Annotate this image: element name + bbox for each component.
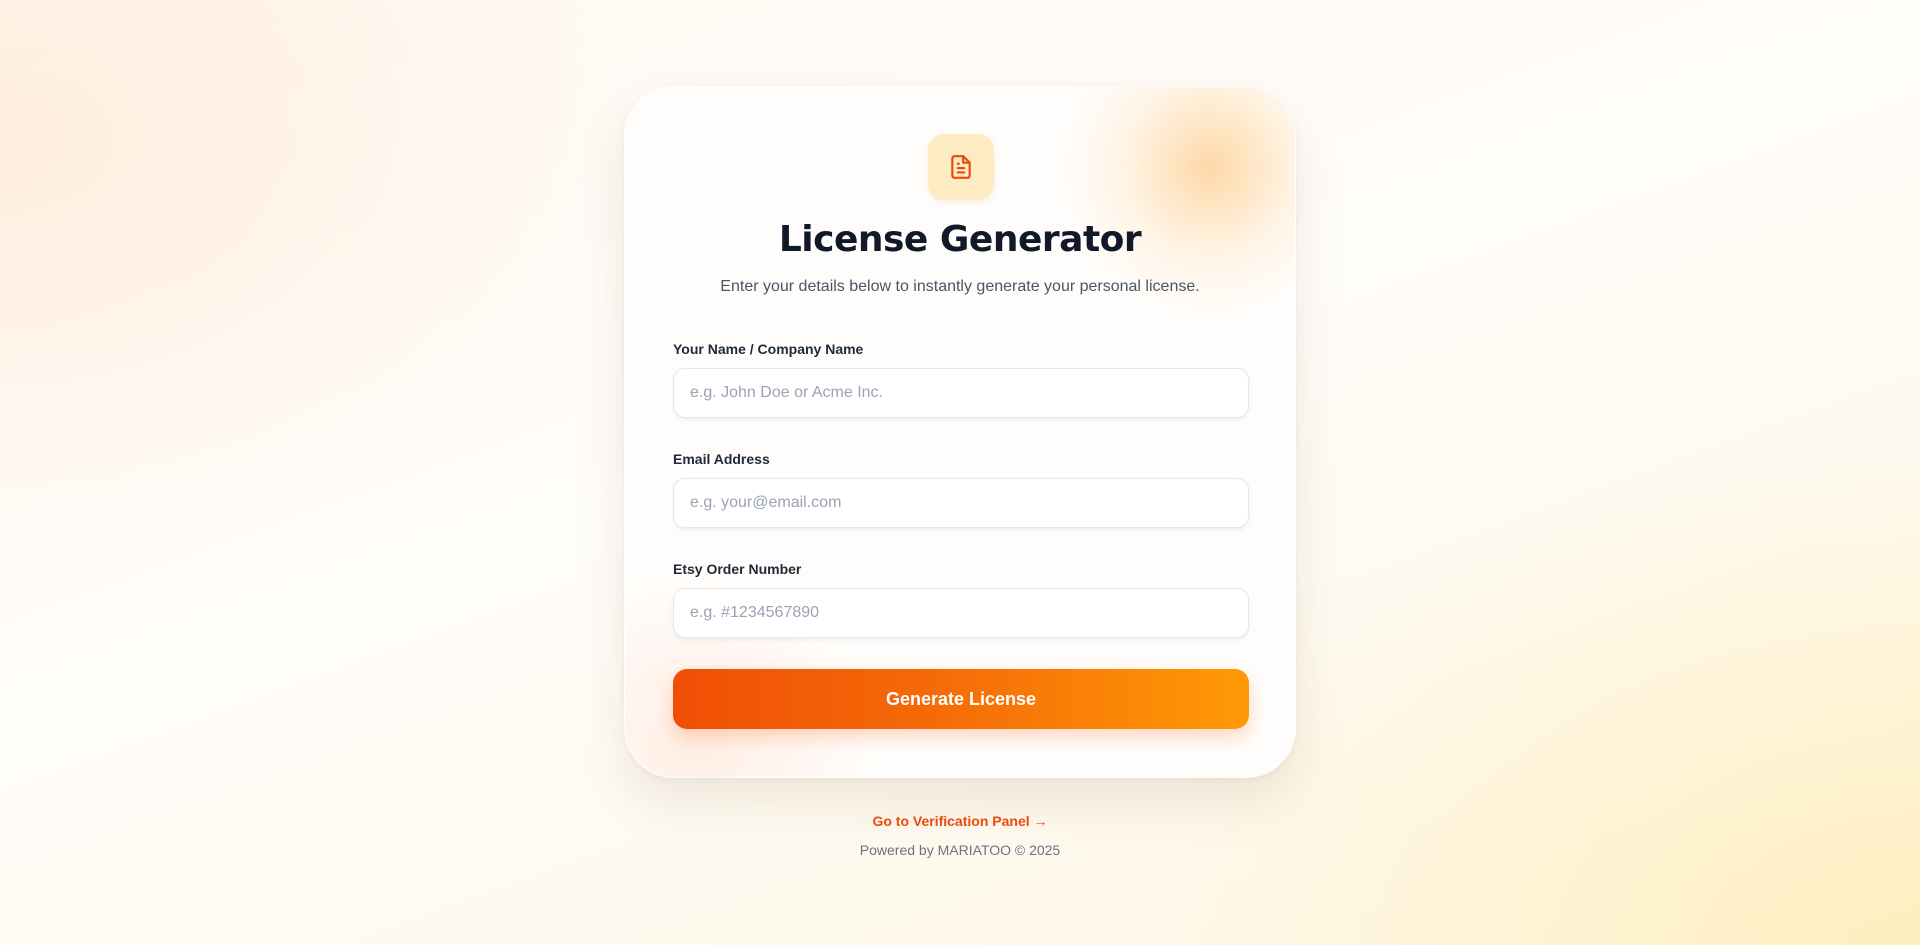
generate-license-button[interactable]: Generate License xyxy=(673,669,1249,729)
powered-by-text: Powered by MARIATOO © 2025 xyxy=(859,842,1061,858)
page-subtitle: Enter your details below to instantly ge… xyxy=(720,278,1200,295)
email-input[interactable] xyxy=(673,478,1249,528)
name-input[interactable] xyxy=(673,368,1249,418)
verification-panel-link[interactable]: Go to Verification Panel → xyxy=(872,813,1047,829)
email-field-label: Email Address xyxy=(673,451,770,467)
document-text-icon xyxy=(951,155,971,179)
order-field-label: Etsy Order Number xyxy=(673,561,802,577)
logo-badge xyxy=(928,134,994,200)
page-title: License Generator xyxy=(778,219,1142,260)
order-number-input[interactable] xyxy=(673,588,1249,638)
name-field-label: Your Name / Company Name xyxy=(673,341,864,357)
footer-link-row: Go to Verification Panel → xyxy=(0,813,1920,829)
license-card: License Generator Enter your details bel… xyxy=(624,86,1296,778)
